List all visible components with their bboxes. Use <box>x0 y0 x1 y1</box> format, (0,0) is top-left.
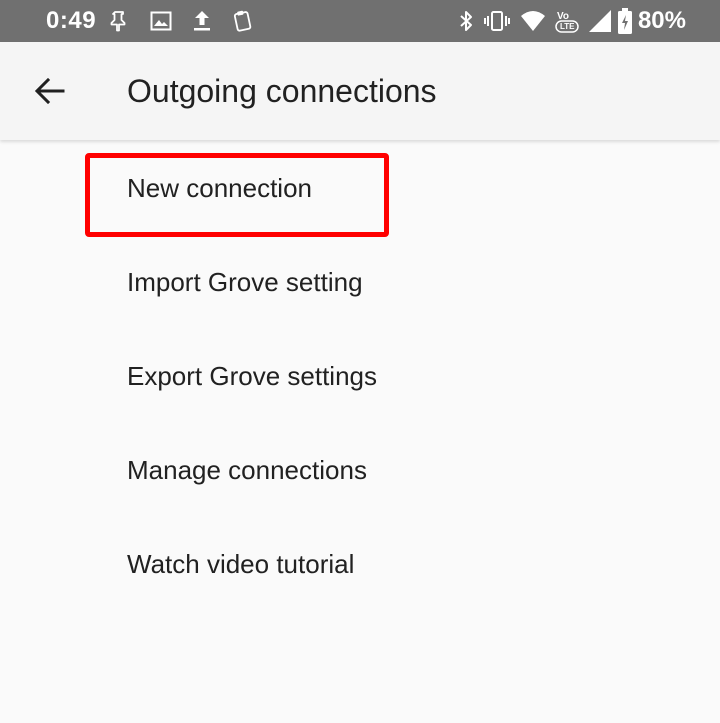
upload-icon <box>192 10 212 32</box>
status-right: Vo LTE 80% <box>458 0 686 42</box>
clipboard-icon <box>232 10 252 32</box>
page-title: Outgoing connections <box>127 73 437 109</box>
status-left: 0:49 <box>46 0 252 42</box>
pin-icon <box>110 10 128 32</box>
menu-item-label: Manage connections <box>127 455 367 485</box>
menu-item-manage-connections[interactable]: Manage connections <box>0 423 720 517</box>
menu-item-new-connection[interactable]: New connection <box>0 141 720 235</box>
screen: 0:49 Vo LTE 80% Outgoing connections New… <box>0 0 720 723</box>
menu-item-watch-video-tutorial[interactable]: Watch video tutorial <box>0 517 720 611</box>
menu-item-label: Watch video tutorial <box>127 549 355 579</box>
wifi-icon <box>520 10 546 32</box>
menu-item-label: New connection <box>127 173 312 203</box>
volte-label: LTE <box>559 22 575 31</box>
volte-icon: Vo LTE <box>554 8 580 34</box>
back-button[interactable] <box>22 63 78 119</box>
battery-percent: 80% <box>637 7 686 34</box>
menu-item-export-grove-settings[interactable]: Export Grove settings <box>0 329 720 423</box>
arrow-back-icon <box>35 78 65 104</box>
vibrate-icon <box>483 10 510 32</box>
menu-item-label: Export Grove settings <box>127 361 377 391</box>
bluetooth-icon <box>458 9 474 33</box>
image-icon <box>150 11 172 31</box>
battery-charging-icon <box>617 8 632 34</box>
menu-item-import-grove-setting[interactable]: Import Grove setting <box>0 235 720 329</box>
status-time: 0:49 <box>46 7 97 34</box>
signal-icon <box>588 9 612 33</box>
app-bar: Outgoing connections <box>0 42 720 140</box>
status-bar: 0:49 Vo LTE 80% <box>0 0 720 42</box>
menu-item-label: Import Grove setting <box>127 267 363 297</box>
